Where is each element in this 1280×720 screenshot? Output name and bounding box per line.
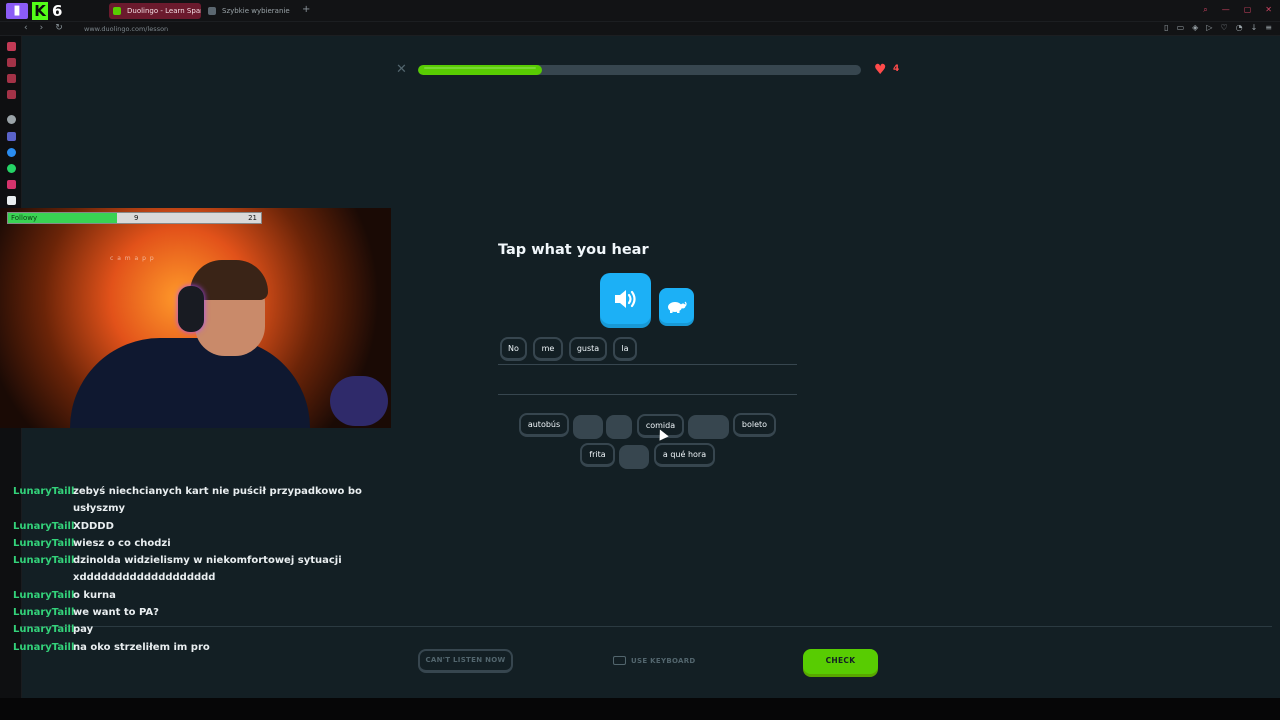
chat-message: LunaryTaill wiesz o co chodzi xyxy=(13,535,373,552)
headset-icon xyxy=(178,286,204,332)
reload-button[interactable]: ↻ xyxy=(55,23,63,33)
chat-username: LunaryTaill xyxy=(13,641,75,653)
extension-icon[interactable]: ◔ xyxy=(1236,23,1243,32)
answer-word-tile[interactable]: me xyxy=(533,337,563,361)
tab-label: Duolingo - Learn Span xyxy=(127,7,201,15)
webcam-overlay: c a m a p p xyxy=(0,208,391,428)
window-controls: ⌕ — ▢ ✕ xyxy=(1203,5,1272,15)
chat-message: LunaryTaill we want to PA? xyxy=(13,604,373,621)
chat-message: LunaryTaill zebyś niechcianych kart nie … xyxy=(13,483,373,518)
chat-message: LunaryTaill na oko strzeliłem im pro xyxy=(13,639,373,656)
word-bank-slot-empty xyxy=(606,415,632,439)
chat-message: LunaryTaill dzinolda widzielismy w nieko… xyxy=(13,552,373,587)
download-icon[interactable]: ↓ xyxy=(1251,23,1258,32)
follow-goal-label: Followy xyxy=(11,214,38,222)
chat-message: LunaryTaill XDDDD xyxy=(13,518,373,535)
address-bar: ‹ › ↻ www.duolingo.com/lesson ▯ ▭ ◈ ▷ ♡ … xyxy=(0,22,1280,36)
follow-goal-count: 9 xyxy=(134,214,139,222)
follow-goal-bar: Followy 9 21 xyxy=(7,212,262,224)
kick-logo-icon: K xyxy=(32,2,48,20)
lesson-progress-bar xyxy=(418,65,861,75)
speed-dial-icon xyxy=(208,7,216,15)
page-scrollbar[interactable] xyxy=(1272,36,1280,698)
close-window-button[interactable]: ✕ xyxy=(1265,5,1272,15)
browser-toolbar: ▯ ▭ ◈ ▷ ♡ ◔ ↓ ≡ xyxy=(1164,23,1272,32)
word-bank-tile[interactable]: frita xyxy=(580,443,615,467)
chat-username: LunaryTaill xyxy=(13,624,75,636)
answer-word-tile[interactable]: la xyxy=(613,337,637,361)
word-bank-slot-empty xyxy=(688,415,729,439)
sidebar-instagram-icon[interactable] xyxy=(7,180,16,189)
tab-duolingo[interactable]: Duolingo - Learn Span xyxy=(109,3,201,19)
use-keyboard-button[interactable]: USE KEYBOARD xyxy=(613,656,696,665)
sidebar-messenger-icon[interactable] xyxy=(7,148,16,157)
minimize-button[interactable]: — xyxy=(1222,5,1230,15)
overlay-brand-marks: ▮ K 6 xyxy=(6,2,62,20)
search-icon[interactable]: ⌕ xyxy=(1203,5,1207,15)
chat-username: LunaryTaill xyxy=(13,589,75,601)
chat-username: LunaryTaill xyxy=(13,537,75,549)
screen-bottom-strip xyxy=(0,698,1280,720)
webcam-watermark: c a m a p p xyxy=(110,255,155,262)
turtle-icon xyxy=(667,301,687,313)
sidebar-speed-dial-icon[interactable] xyxy=(7,42,16,51)
challenge-prompt: Tap what you hear xyxy=(498,242,649,258)
chat-username: LunaryTaill xyxy=(13,607,75,619)
sidebar-tiktok-icon[interactable] xyxy=(7,196,16,205)
streamer-body xyxy=(70,338,310,428)
answer-word-tile[interactable]: gusta xyxy=(569,337,607,361)
duolingo-favicon-icon xyxy=(113,7,121,15)
word-bank-slot-empty xyxy=(573,415,603,439)
back-button[interactable]: ‹ xyxy=(24,23,28,33)
forward-button[interactable]: › xyxy=(40,23,44,33)
chat-username: LunaryTaill xyxy=(13,486,75,497)
hearts-count: 4 xyxy=(893,64,900,74)
sidebar-chatgpt-icon[interactable] xyxy=(7,115,16,124)
use-keyboard-label: USE KEYBOARD xyxy=(631,656,696,665)
speaker-icon xyxy=(614,289,636,308)
sidebar-bookmarks-icon[interactable] xyxy=(7,58,16,67)
chat-username: LunaryTaill xyxy=(13,555,75,567)
chat-username: LunaryTaill xyxy=(13,520,75,532)
lesson-progress-fill xyxy=(418,65,543,75)
play-icon[interactable]: ▷ xyxy=(1206,23,1212,32)
answer-line xyxy=(498,364,797,365)
close-lesson-icon[interactable]: ✕ xyxy=(396,63,407,76)
plush-toy xyxy=(330,376,388,426)
new-tab-button[interactable]: + xyxy=(302,4,310,15)
sidebar-twitch-icon[interactable] xyxy=(7,90,16,99)
word-bank-tile[interactable]: a qué hora xyxy=(654,443,715,467)
maximize-button[interactable]: ▢ xyxy=(1244,5,1252,15)
chat-message: LunaryTaill o kurna xyxy=(13,587,373,604)
nav-controls: ‹ › ↻ xyxy=(24,23,63,33)
heart-icon[interactable]: ♡ xyxy=(1220,23,1227,32)
answer-word-tile[interactable]: No xyxy=(500,337,527,361)
sidebar-whatsapp-icon[interactable] xyxy=(7,164,16,173)
sidebar-teams-icon[interactable] xyxy=(7,132,16,141)
sidebar-history-icon[interactable] xyxy=(7,74,16,83)
stream-chat: LunaryTaill zebyś niechcianych kart nie … xyxy=(13,483,373,656)
play-slow-audio-button[interactable] xyxy=(659,288,694,323)
heart-icon: ♥ xyxy=(874,62,887,78)
menu-icon[interactable]: ≡ xyxy=(1265,23,1272,32)
keyboard-icon xyxy=(613,656,626,665)
tab-label: Szybkie wybieranie xyxy=(222,7,290,15)
follow-goal-target: 21 xyxy=(248,214,257,222)
word-bank-tile[interactable]: boleto xyxy=(733,413,776,437)
play-audio-button[interactable] xyxy=(600,273,651,324)
word-bank-slot-empty xyxy=(619,445,649,469)
bookmark-icon[interactable]: ▯ xyxy=(1164,23,1168,32)
browser-tab-bar: ▮ K 6 Duolingo - Learn Span Szybkie wybi… xyxy=(0,0,1280,22)
shield-icon[interactable]: ◈ xyxy=(1192,23,1198,32)
url-field[interactable]: www.duolingo.com/lesson xyxy=(84,23,168,35)
cant-listen-button[interactable]: CAN'T LISTEN NOW xyxy=(418,649,513,673)
snapshot-icon[interactable]: ▭ xyxy=(1177,23,1185,32)
answer-line xyxy=(498,394,797,395)
tab-speed-dial[interactable]: Szybkie wybieranie xyxy=(204,3,300,19)
check-button[interactable]: CHECK xyxy=(803,649,878,674)
twitch-logo-icon: ▮ xyxy=(6,3,28,19)
chat-message: LunaryTaill pay xyxy=(13,621,373,638)
word-bank-tile[interactable]: autobús xyxy=(519,413,569,437)
overlay-number: 6 xyxy=(52,2,63,20)
